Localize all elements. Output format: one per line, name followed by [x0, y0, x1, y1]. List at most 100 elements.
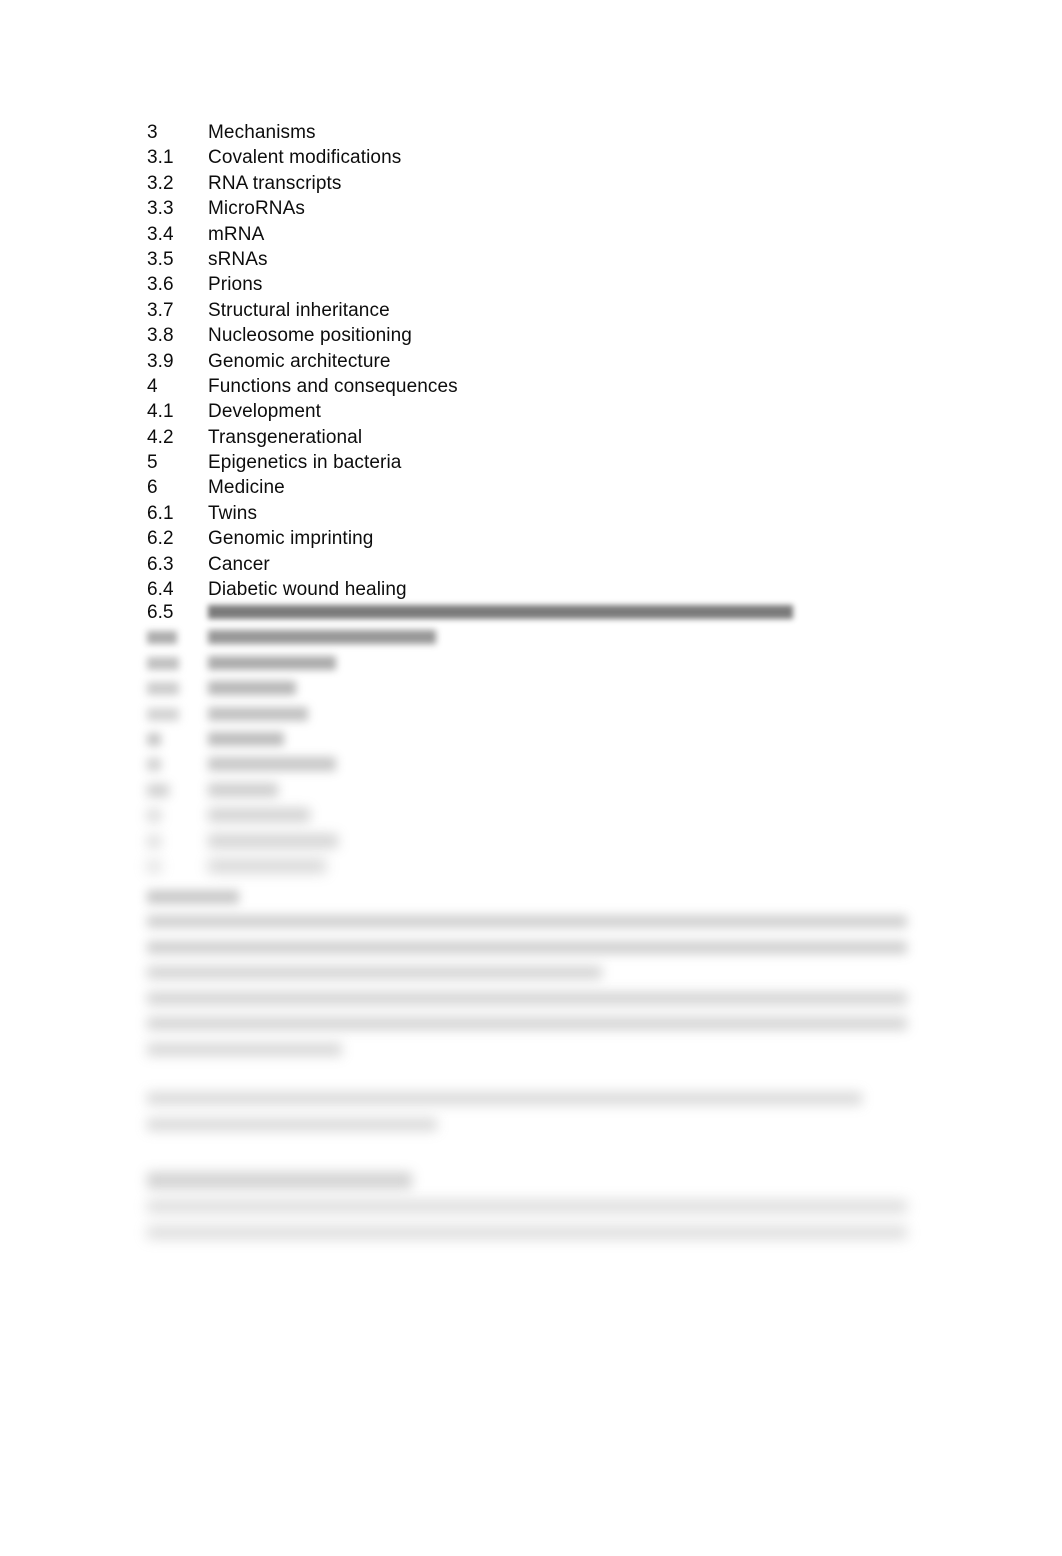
toc-entry[interactable]: 3.7 Structural inheritance	[147, 298, 947, 323]
toc-entry-number: 5	[147, 452, 158, 474]
toc-entry-number: 4	[147, 375, 158, 397]
toc-entry-blurred[interactable]	[0, 727, 1062, 752]
toc-entry-number-blurred	[147, 783, 169, 797]
toc-entry-label-blurred	[208, 681, 296, 696]
toc-entry-label-blurred	[208, 655, 336, 670]
toc-entry[interactable]: 6.3 Cancer	[147, 552, 947, 577]
toc-entry[interactable]: 3 Mechanisms	[147, 120, 947, 145]
toc-entry-number: 3.3	[147, 198, 174, 220]
toc-entry-number: 3.5	[147, 248, 174, 270]
toc-entry-number: 3.9	[147, 350, 174, 372]
toc-entry-blurred[interactable]	[0, 625, 1062, 650]
toc-entry-label: Genomic architecture	[208, 350, 391, 372]
toc-entry-label: Prions	[208, 274, 263, 296]
toc-entry-number-blurred	[147, 656, 179, 670]
toc-entry-blurred[interactable]: 6.5	[0, 600, 1062, 625]
toc-entry-blurred[interactable]	[0, 752, 1062, 777]
toc-entry-label: Mechanisms	[208, 122, 316, 143]
toc-entry-label-blurred	[208, 757, 336, 772]
toc-entry-number-blurred	[147, 631, 177, 645]
toc-entry-number: 6.1	[147, 502, 174, 524]
toc-entry-number-blurred	[147, 809, 161, 823]
toc-entry-label: sRNAs	[208, 248, 268, 270]
toc-entry-label: Functions and consequences	[208, 375, 458, 397]
blurred-paragraph	[147, 915, 907, 1056]
toc-entry-label-blurred	[208, 731, 284, 746]
toc-entry-blurred[interactable]	[0, 854, 1062, 879]
toc-entry-label: Transgenerational	[208, 426, 363, 448]
blurred-subheading	[147, 890, 239, 904]
toc-entry-label: mRNA	[208, 223, 265, 245]
blurred-content-region: 6.5	[0, 600, 1062, 879]
toc-entry[interactable]: 4.2 Transgenerational	[147, 425, 947, 450]
toc-entry-number: 6.3	[147, 553, 174, 575]
toc-entry-number: 3.8	[147, 325, 174, 347]
toc-entry-label: Medicine	[208, 477, 285, 499]
toc-entry-label: Genomic imprinting	[208, 528, 374, 550]
toc-entry-label: Twins	[208, 502, 258, 524]
toc-entry-number-blurred	[147, 707, 179, 721]
toc-entry[interactable]: 4.1 Development	[147, 399, 947, 424]
toc-entry-label: RNA transcripts	[208, 172, 342, 194]
blurred-text-line	[147, 1017, 907, 1030]
toc-entry-blurred[interactable]	[0, 803, 1062, 828]
blurred-text-line	[147, 991, 907, 1005]
toc-entry-number: 6.5	[147, 602, 174, 623]
toc-entry-number: 3.4	[147, 223, 174, 245]
toc-entry-number: 3.7	[147, 299, 174, 321]
toc-entry-number-blurred	[147, 859, 161, 873]
blurred-paragraph	[147, 1200, 907, 1239]
blurred-text-line	[147, 1042, 342, 1056]
blurred-section-heading	[147, 1172, 412, 1189]
toc-entry[interactable]: 3.6 Prions	[147, 272, 947, 297]
toc-entry-label-blurred	[208, 858, 326, 873]
toc-entry-number: 6.2	[147, 528, 174, 550]
toc-entry-blurred[interactable]	[0, 651, 1062, 676]
toc-entry[interactable]: 3.3 MicroRNAs	[147, 196, 947, 221]
toc-entry[interactable]: 4 Functions and consequences	[147, 374, 947, 399]
blurred-text-line	[147, 915, 907, 928]
blurred-text-line	[147, 1200, 907, 1213]
toc-entry-label-blurred	[208, 706, 308, 721]
toc-entry-label: Nucleosome positioning	[208, 325, 412, 347]
toc-entry[interactable]: 5 Epigenetics in bacteria	[147, 450, 947, 475]
toc-entry[interactable]: 3.8 Nucleosome positioning	[147, 323, 947, 348]
toc-entry-label: Structural inheritance	[208, 299, 390, 321]
table-of-contents: 3 Mechanisms 3.1 Covalent modifications …	[147, 120, 947, 602]
toc-entry[interactable]: 3.4 mRNA	[147, 222, 947, 247]
toc-entry-blurred[interactable]	[0, 702, 1062, 727]
toc-entry-number-blurred	[147, 682, 179, 696]
toc-entry-label-blurred	[208, 782, 278, 797]
toc-entry-label: MicroRNAs	[208, 198, 305, 220]
document-page: 3 Mechanisms 3.1 Covalent modifications …	[0, 0, 1062, 1556]
toc-entry-number-blurred	[147, 732, 161, 746]
toc-entry-blurred[interactable]	[0, 778, 1062, 803]
toc-entry-label-blurred	[208, 833, 338, 848]
toc-entry[interactable]: 6.4 Diabetic wound healing	[147, 577, 947, 602]
toc-entry-number: 4.2	[147, 426, 174, 448]
toc-entry[interactable]: 6.1 Twins	[147, 501, 947, 526]
toc-entry-label: Covalent modifications	[208, 147, 402, 169]
toc-entry-number-blurred	[147, 834, 161, 848]
toc-entry[interactable]: 3.2 RNA transcripts	[147, 171, 947, 196]
blurred-text-line	[147, 1117, 437, 1131]
toc-entry[interactable]: 6.2 Genomic imprinting	[147, 526, 947, 551]
toc-entry[interactable]: 3.1 Covalent modifications	[147, 145, 947, 170]
toc-entry-label: Diabetic wound healing	[208, 579, 407, 601]
toc-entry-number: 6.4	[147, 579, 174, 601]
blurred-paragraph	[147, 1092, 862, 1131]
toc-entry[interactable]: 3.5 sRNAs	[147, 247, 947, 272]
toc-entry-number: 3.1	[147, 147, 174, 169]
blurred-text-line	[147, 1225, 907, 1239]
toc-entry[interactable]: 6 Medicine	[147, 475, 947, 500]
toc-entry[interactable]: 3.9 Genomic architecture	[147, 349, 947, 374]
toc-entry-number: 4.1	[147, 401, 174, 423]
toc-entry-label-blurred	[208, 630, 436, 645]
toc-entry-number: 3	[147, 122, 158, 143]
toc-entry-number: 3.6	[147, 274, 174, 296]
toc-entry-label-blurred	[208, 808, 310, 823]
blurred-text-line	[147, 940, 907, 954]
toc-entry-blurred[interactable]	[0, 676, 1062, 701]
toc-entry-label: Development	[208, 401, 322, 423]
toc-entry-blurred[interactable]	[0, 829, 1062, 854]
